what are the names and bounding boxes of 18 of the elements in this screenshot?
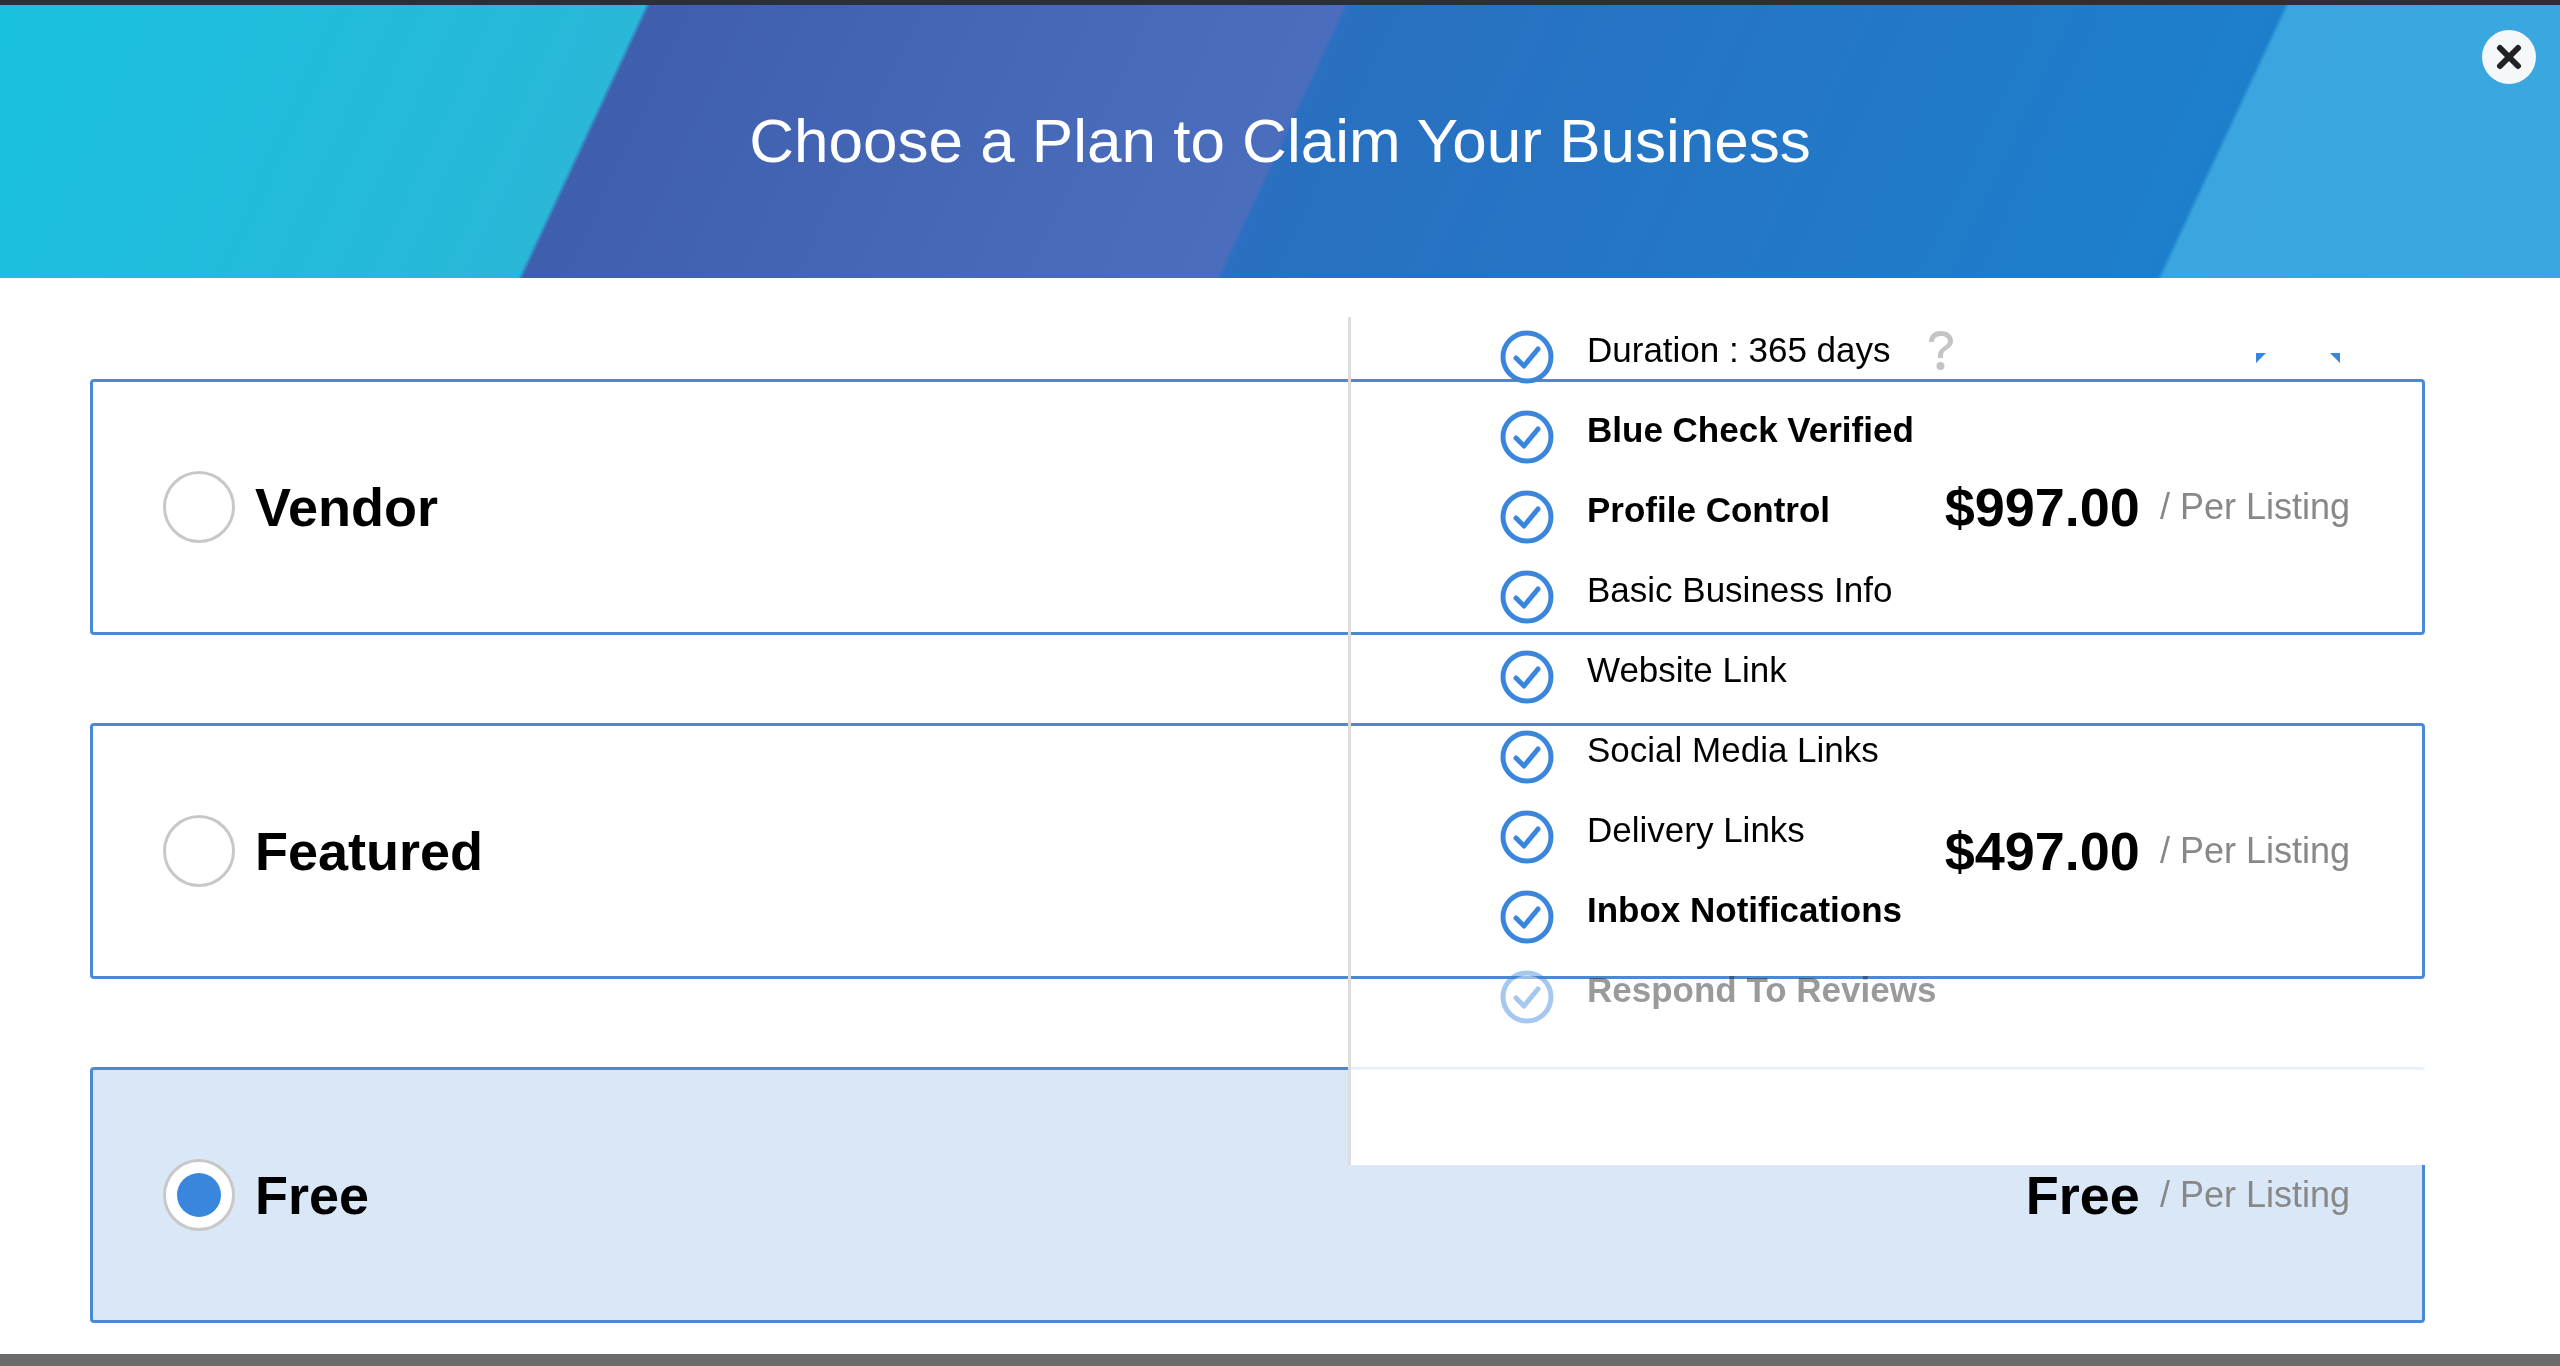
feature-text: Blue Check Verified	[1587, 408, 1914, 451]
price-unit: / Per Listing	[2159, 1173, 2350, 1217]
feature-text: Duration : 365 days	[1587, 328, 1891, 371]
plan-price: $997.00	[1944, 475, 2140, 539]
dialog-title: Choose a Plan to Claim Your Business	[749, 105, 1811, 178]
plan-name: Free	[255, 1163, 370, 1227]
feature-text: Social Media Links	[1587, 728, 1879, 771]
feature-text: Delivery Links	[1587, 808, 1805, 851]
plan-name: Vendor	[255, 475, 439, 539]
plan-name: Featured	[255, 819, 484, 883]
price-unit: / Per Listing	[2159, 829, 2350, 873]
feature-text: Basic Business Info	[1587, 568, 1893, 611]
price-unit: / Per Listing	[2159, 485, 2350, 529]
plan-price: $497.00	[1944, 819, 2140, 883]
feature-text: Profile Control	[1587, 488, 1831, 531]
feature-text: Website Link	[1587, 648, 1787, 691]
plan-price: Free	[2025, 1163, 2140, 1227]
feature-text: Inbox Notifications	[1587, 888, 1902, 931]
